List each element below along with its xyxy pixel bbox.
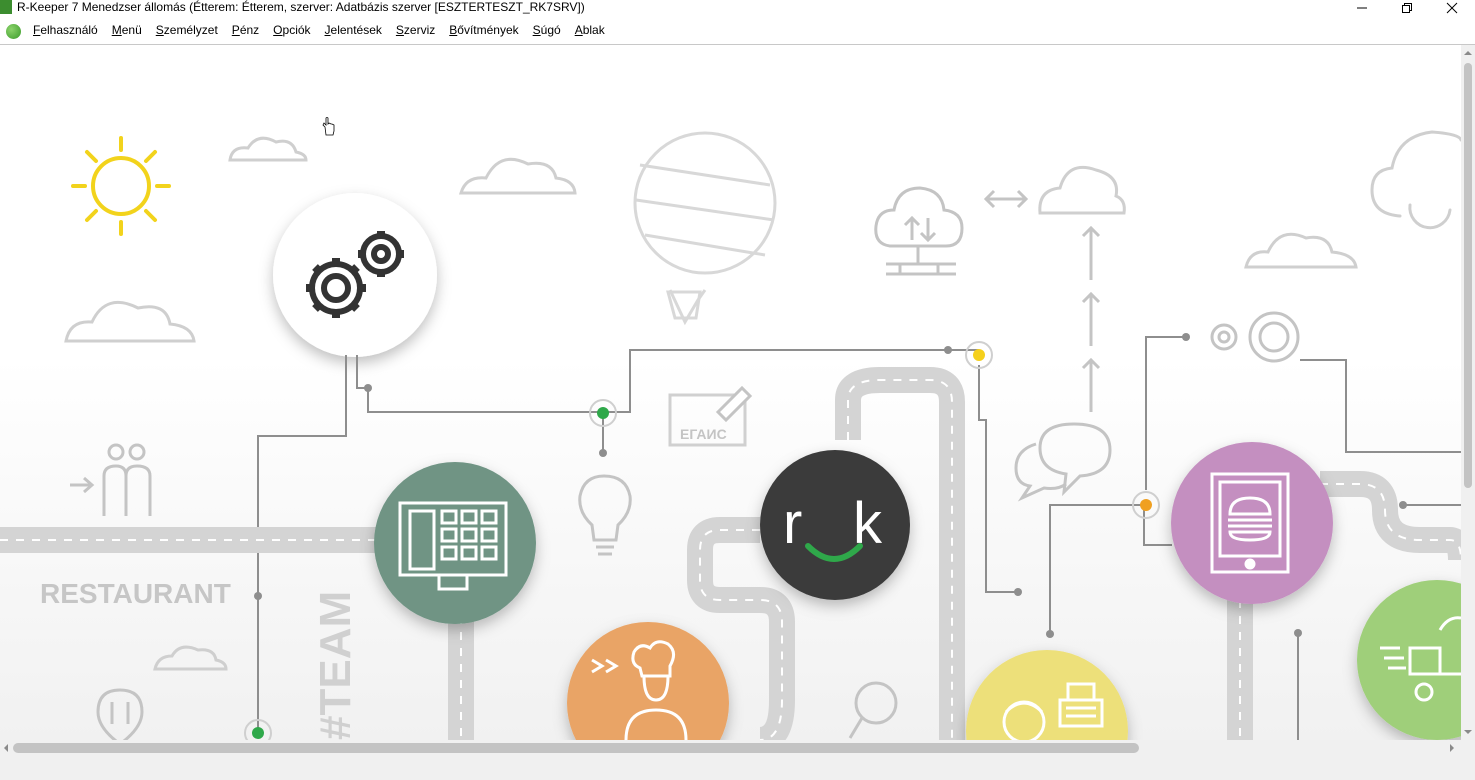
search-icon: [848, 681, 898, 739]
cloud-icon: [153, 645, 228, 671]
menu-items: Felhasználó Menü Személyzet Pénz Opciók …: [26, 16, 612, 44]
node-dot: [973, 349, 985, 361]
app-icon: [0, 0, 12, 14]
chat-icon: [1014, 422, 1112, 502]
main-canvas: ЕГАИС RESTAURANT #TEAM r k: [0, 45, 1461, 740]
node-dot: [1140, 499, 1152, 511]
menu-szemelyzet[interactable]: Személyzet: [149, 20, 225, 40]
sun-icon: [71, 136, 171, 236]
restore-button[interactable]: [1384, 0, 1430, 16]
menu-penz[interactable]: Pénz: [225, 20, 266, 40]
cloud-icon: [228, 136, 308, 162]
rkeeper-logo-icon[interactable]: [6, 24, 21, 39]
small-gears-icon: [1210, 311, 1300, 363]
tablet-circle: [1171, 442, 1333, 604]
node-dot: [597, 407, 609, 419]
scroll-right-icon[interactable]: [1446, 742, 1458, 754]
cloud-sync-icon: [1370, 130, 1461, 218]
minimize-button[interactable]: [1339, 0, 1385, 16]
window-title: R-Keeper 7 Menedzser állomás (Étterem: É…: [17, 0, 585, 14]
menu-sugo[interactable]: Súgó: [526, 20, 568, 40]
rkeeper-logo-circle: r k: [760, 450, 910, 600]
menu-menu[interactable]: Menü: [105, 20, 149, 40]
pos-terminal-circle: [374, 462, 536, 624]
menu-opciok[interactable]: Opciók: [266, 20, 317, 40]
people-icon: [70, 443, 152, 516]
up-arrows-icon: [1081, 225, 1101, 412]
scroll-left-icon[interactable]: [0, 742, 12, 754]
vertical-scroll-thumb[interactable]: [1464, 63, 1472, 488]
menu-bar: Felhasználó Menü Személyzet Pénz Opciók …: [0, 16, 1475, 45]
settings-circle: [273, 193, 437, 357]
hand-cursor-icon: [322, 117, 335, 136]
scroll-up-icon[interactable]: [1462, 47, 1474, 59]
double-arrow-icon: [983, 189, 1029, 209]
background-illustration: ЕГАИС RESTAURANT #TEAM r k: [0, 130, 1461, 740]
cloud-icon: [64, 300, 196, 343]
close-button[interactable]: [1429, 0, 1475, 16]
cloud-upload-icon: [874, 186, 964, 276]
cashier-circle: [966, 650, 1128, 740]
close-icon: [1446, 2, 1458, 14]
minimize-icon: [1357, 7, 1367, 9]
location-pin-icon: [96, 688, 144, 740]
egais-label: ЕГАИС: [680, 426, 727, 442]
menu-ablak[interactable]: Ablak: [568, 20, 612, 40]
cloud-icon: [458, 157, 577, 195]
title-bar: R-Keeper 7 Menedzser állomás (Étterem: É…: [0, 0, 1475, 16]
menu-szerviz[interactable]: Szerviz: [389, 20, 442, 40]
chef-circle: [567, 622, 729, 740]
menu-jelentesek[interactable]: Jelentések: [318, 20, 389, 40]
egais-icon: ЕГАИС: [668, 385, 753, 447]
vertical-scrollbar[interactable]: [1461, 45, 1475, 740]
menu-felhasznalo[interactable]: Felhasználó: [26, 20, 105, 40]
restore-icon: [1402, 3, 1412, 13]
menu-bovitmenyek[interactable]: Bővítmények: [442, 20, 525, 40]
lightbulb-icon: [578, 474, 632, 556]
node-dot: [252, 727, 264, 739]
horizontal-scroll-thumb[interactable]: [13, 743, 1139, 753]
horizontal-scrollbar[interactable]: [0, 740, 1461, 756]
delivery-circle: [1357, 580, 1461, 740]
team-label: #TEAM: [311, 591, 360, 740]
cloud-icon: [1244, 232, 1358, 269]
balloon-icon: [633, 131, 777, 326]
status-bar: [0, 756, 1475, 780]
cloud-icon: [1038, 165, 1126, 215]
logo-letter-r: r: [783, 491, 802, 556]
restaurant-label: RESTAURANT: [40, 578, 231, 609]
scroll-down-icon[interactable]: [1462, 726, 1474, 738]
